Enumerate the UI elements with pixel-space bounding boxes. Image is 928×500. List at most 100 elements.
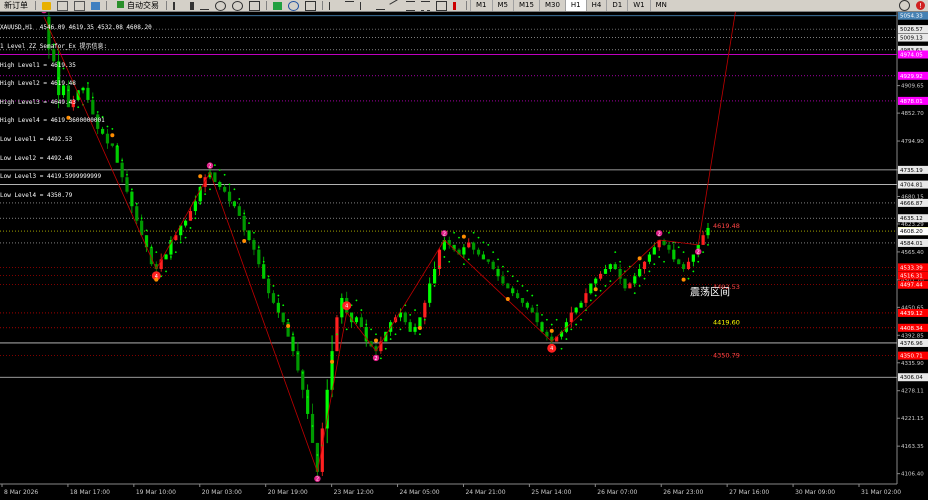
expert-icon[interactable] <box>42 1 51 10</box>
trendline-icon[interactable] <box>389 0 402 11</box>
alert-icon[interactable]: ! <box>916 1 925 10</box>
price-tick-label: 4565.40 <box>901 250 924 256</box>
auto-trading-icon <box>117 1 124 8</box>
sar-dot <box>365 323 368 326</box>
semafor-dot <box>637 256 642 261</box>
auto-trading-button[interactable]: 自动交易 <box>110 0 163 11</box>
candle-body <box>467 242 471 248</box>
sar-dot <box>458 236 460 239</box>
sar-dot <box>336 333 338 336</box>
time-tick-label: 23 Mar 12:00 <box>334 489 374 496</box>
sar-dot <box>487 243 490 246</box>
level-label: 4306.04 <box>900 375 923 381</box>
candlestick-icon[interactable] <box>190 1 194 10</box>
candle-body <box>638 269 642 277</box>
sar-dot <box>526 289 529 292</box>
bar-chart-icon[interactable] <box>173 1 184 10</box>
sar-dot <box>384 347 387 350</box>
timeframe-mn[interactable]: MN <box>649 0 672 11</box>
candle-body <box>501 276 505 284</box>
candle-body <box>423 302 427 318</box>
candle-body <box>232 201 237 207</box>
price-tick-label: 4335.90 <box>901 361 924 367</box>
text-icon[interactable] <box>436 0 447 11</box>
sar-dot <box>668 231 670 234</box>
arrows-icon[interactable] <box>453 1 460 10</box>
candle-body <box>608 264 612 270</box>
line-chart-icon[interactable] <box>200 1 209 10</box>
fibonacci-icon[interactable] <box>421 0 430 11</box>
zigzag-line <box>697 0 738 245</box>
new-order-button[interactable]: 新订单 <box>0 0 32 11</box>
timeframe-w1[interactable]: W1 <box>627 0 649 11</box>
sar-dot <box>428 299 431 302</box>
sar-dot <box>453 231 456 234</box>
sar-dot <box>370 328 373 331</box>
price-tick-label: 4794.90 <box>901 139 924 145</box>
semafor-marker-number: 4 <box>550 346 553 352</box>
periods-icon[interactable] <box>288 0 299 11</box>
level-line: High Level2 = 4619.48 <box>0 80 76 88</box>
sar-dot <box>604 285 607 287</box>
level-label: 5009.13 <box>900 36 923 42</box>
sar-dot <box>663 260 665 263</box>
indicators-icon[interactable] <box>273 1 282 10</box>
candle-body <box>569 312 573 323</box>
sar-dot <box>233 188 236 191</box>
timeframe-m1[interactable]: M1 <box>470 0 492 11</box>
sar-dot <box>340 314 343 316</box>
sar-dot <box>619 260 622 263</box>
horizontal-line-icon[interactable] <box>376 1 385 10</box>
zoom-in-icon[interactable] <box>215 0 226 11</box>
sar-dot <box>331 367 333 369</box>
candle-body <box>589 283 593 294</box>
sar-dot <box>687 277 690 280</box>
timeframe-m15[interactable]: M15 <box>513 0 539 11</box>
candle-body <box>462 247 466 255</box>
channel-icon[interactable] <box>406 0 415 11</box>
sar-dot <box>692 270 695 273</box>
sar-dot <box>482 241 485 244</box>
cursor-icon[interactable] <box>329 1 339 10</box>
candle-body <box>603 269 608 274</box>
terminal-icon[interactable] <box>91 1 100 10</box>
candle-body <box>672 249 676 260</box>
candle-body <box>594 278 598 284</box>
timeframe-m5[interactable]: M5 <box>491 0 514 11</box>
sar-dot <box>204 193 207 196</box>
sar-dot <box>702 251 705 254</box>
timeframe-h1[interactable]: H1 <box>564 0 586 11</box>
zoom-out-icon[interactable] <box>232 0 243 11</box>
sar-dot <box>243 212 246 215</box>
sar-dot <box>707 243 709 246</box>
chart-icon[interactable] <box>57 0 68 11</box>
zigzag-line <box>155 172 211 270</box>
candle-body <box>403 312 407 323</box>
semafor-dot <box>154 277 159 282</box>
timeframe-d1[interactable]: D1 <box>606 0 627 11</box>
candle-body <box>310 413 315 443</box>
sar-dot <box>389 338 392 340</box>
sar-dot <box>399 328 402 331</box>
vertical-line-icon[interactable] <box>360 1 370 10</box>
sar-dot <box>462 263 465 266</box>
tile-icon[interactable] <box>249 0 260 11</box>
sar-dot <box>179 241 182 244</box>
templates-icon[interactable] <box>305 0 316 11</box>
sar-dot <box>326 405 329 408</box>
search-icon[interactable] <box>899 0 910 11</box>
timeframe-m30[interactable]: M30 <box>538 0 565 11</box>
sar-dot <box>443 256 446 258</box>
candle-body <box>520 298 525 303</box>
candle-body <box>476 249 481 255</box>
semafor-dot <box>593 287 598 292</box>
semafor-dot <box>461 234 466 239</box>
range-annotation: 震荡区间 <box>690 286 730 299</box>
crosshair-icon[interactable] <box>345 1 354 10</box>
level-line: High Level4 = 4619.3600000001 <box>0 117 105 125</box>
time-tick-label: 19 Mar 10:00 <box>136 489 176 496</box>
navigator-icon[interactable] <box>74 0 85 11</box>
sar-dot <box>697 260 700 263</box>
timeframe-h4[interactable]: H4 <box>585 0 607 11</box>
candle-body <box>540 322 544 332</box>
